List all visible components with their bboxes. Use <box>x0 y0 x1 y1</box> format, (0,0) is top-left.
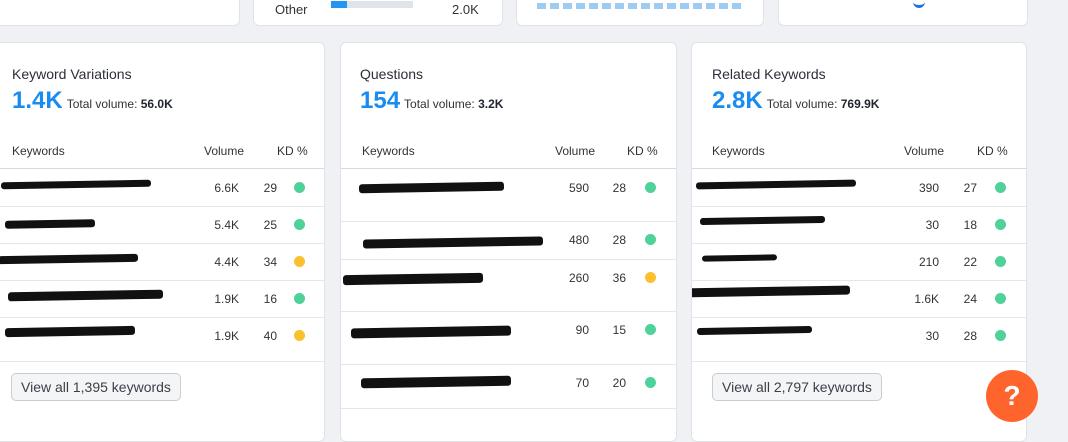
top-card-distribution: Other 2.0K <box>253 0 503 26</box>
table-row[interactable]: 590 28 <box>341 169 676 222</box>
table-row[interactable]: 1.6K 24 <box>692 280 1026 318</box>
keyword-count: 154 Total volume: 3.2K <box>360 87 504 114</box>
row-kd: 34 <box>263 255 277 269</box>
row-kd: 40 <box>263 329 277 343</box>
col-kd: KD % <box>627 144 658 158</box>
row-volume: 1.9K <box>214 329 239 343</box>
row-volume: 590 <box>568 181 589 195</box>
row-kd: 29 <box>263 181 277 195</box>
table-row[interactable]: 30 28 <box>692 317 1026 362</box>
row-volume: 70 <box>575 376 589 390</box>
row-volume: 390 <box>918 181 939 195</box>
col-kd: KD % <box>277 144 308 158</box>
related-keywords-panel: Related Keywords 2.8K Total volume: 769.9… <box>691 42 1027 442</box>
panel-title: Questions <box>360 66 424 82</box>
row-volume: 1.6K <box>914 292 939 306</box>
keyword-count: 2.8K Total volume: 769.9K <box>712 87 880 114</box>
view-all-related-button[interactable]: View all 2,797 keywords <box>712 373 882 401</box>
kd-indicator-dot <box>645 272 656 283</box>
view-all-variations-button[interactable]: View all 1,395 keywords <box>11 373 181 401</box>
kd-indicator-dot <box>995 330 1006 341</box>
col-kd: KD % <box>977 144 1008 158</box>
kd-indicator-dot <box>995 182 1006 193</box>
row-volume: 5.4K <box>214 218 239 232</box>
col-volume: Volume <box>904 144 945 158</box>
questions-panel: Questions 154 Total volume: 3.2K Keywords… <box>340 42 677 442</box>
row-kd: 18 <box>963 218 977 232</box>
row-kd: 24 <box>963 292 977 306</box>
keyword-variations-panel: Keyword Variations 1.4K Total volume: 56.… <box>0 42 325 442</box>
row-kd: 20 <box>612 376 626 390</box>
row-kd: 22 <box>963 255 977 269</box>
other-label: Other <box>275 2 308 17</box>
kd-indicator-dot <box>645 182 656 193</box>
table-row[interactable]: 210 22 <box>692 243 1026 281</box>
kd-indicator-dot <box>995 293 1006 304</box>
row-volume: 90 <box>575 323 589 337</box>
kd-indicator-dot <box>645 377 656 388</box>
col-keywords: Keywords <box>712 144 765 158</box>
col-keywords: Keywords <box>362 144 415 158</box>
col-volume: Volume <box>555 144 596 158</box>
help-button[interactable]: ? <box>986 370 1038 422</box>
top-card-4 <box>778 0 1028 26</box>
trend-mini-bars <box>537 3 745 9</box>
row-kd: 28 <box>612 181 626 195</box>
row-volume: 210 <box>918 255 939 269</box>
kd-indicator-dot <box>645 324 656 335</box>
top-card-trend <box>516 0 764 26</box>
col-volume: Volume <box>204 144 245 158</box>
other-value: 2.0K <box>452 2 479 17</box>
row-volume: 6.6K <box>214 181 239 195</box>
row-volume: 1.9K <box>214 292 239 306</box>
kd-indicator-dot <box>645 234 656 245</box>
table-row[interactable]: 1.9K 40 <box>0 317 324 362</box>
panel-title: Keyword Variations <box>12 66 132 82</box>
table-row[interactable]: 90 15 <box>341 311 676 365</box>
table-row[interactable]: 260 36 <box>341 259 676 312</box>
row-kd: 25 <box>263 218 277 232</box>
kd-indicator-dot <box>995 219 1006 230</box>
row-kd: 16 <box>263 292 277 306</box>
row-volume: 260 <box>568 271 589 285</box>
row-volume: 30 <box>925 329 939 343</box>
row-kd: 15 <box>612 323 626 337</box>
row-volume: 4.4K <box>214 255 239 269</box>
table-row[interactable]: 30 18 <box>692 206 1026 244</box>
other-share-bar <box>331 1 413 8</box>
col-keywords: Keywords <box>12 144 65 158</box>
row-kd: 27 <box>963 181 977 195</box>
keyword-count: 1.4K Total volume: 56.0K <box>12 87 173 114</box>
kd-indicator-dot <box>294 293 305 304</box>
partial-icon <box>913 0 925 8</box>
kd-indicator-dot <box>294 219 305 230</box>
table-header: Keywords Volume KD % <box>0 144 324 169</box>
row-kd: 28 <box>963 329 977 343</box>
panel-title: Related Keywords <box>712 66 826 82</box>
table-header: Keywords Volume KD % <box>341 144 676 169</box>
table-header: Keywords Volume KD % <box>692 144 1026 169</box>
kd-indicator-dot <box>294 330 305 341</box>
kd-indicator-dot <box>294 182 305 193</box>
row-volume: 30 <box>925 218 939 232</box>
row-volume: 480 <box>568 233 589 247</box>
row-kd: 36 <box>612 271 626 285</box>
row-kd: 28 <box>612 233 626 247</box>
top-card-1 <box>0 0 240 26</box>
redacted-keyword <box>4 219 96 229</box>
kd-indicator-dot <box>294 256 305 267</box>
kd-indicator-dot <box>995 256 1006 267</box>
